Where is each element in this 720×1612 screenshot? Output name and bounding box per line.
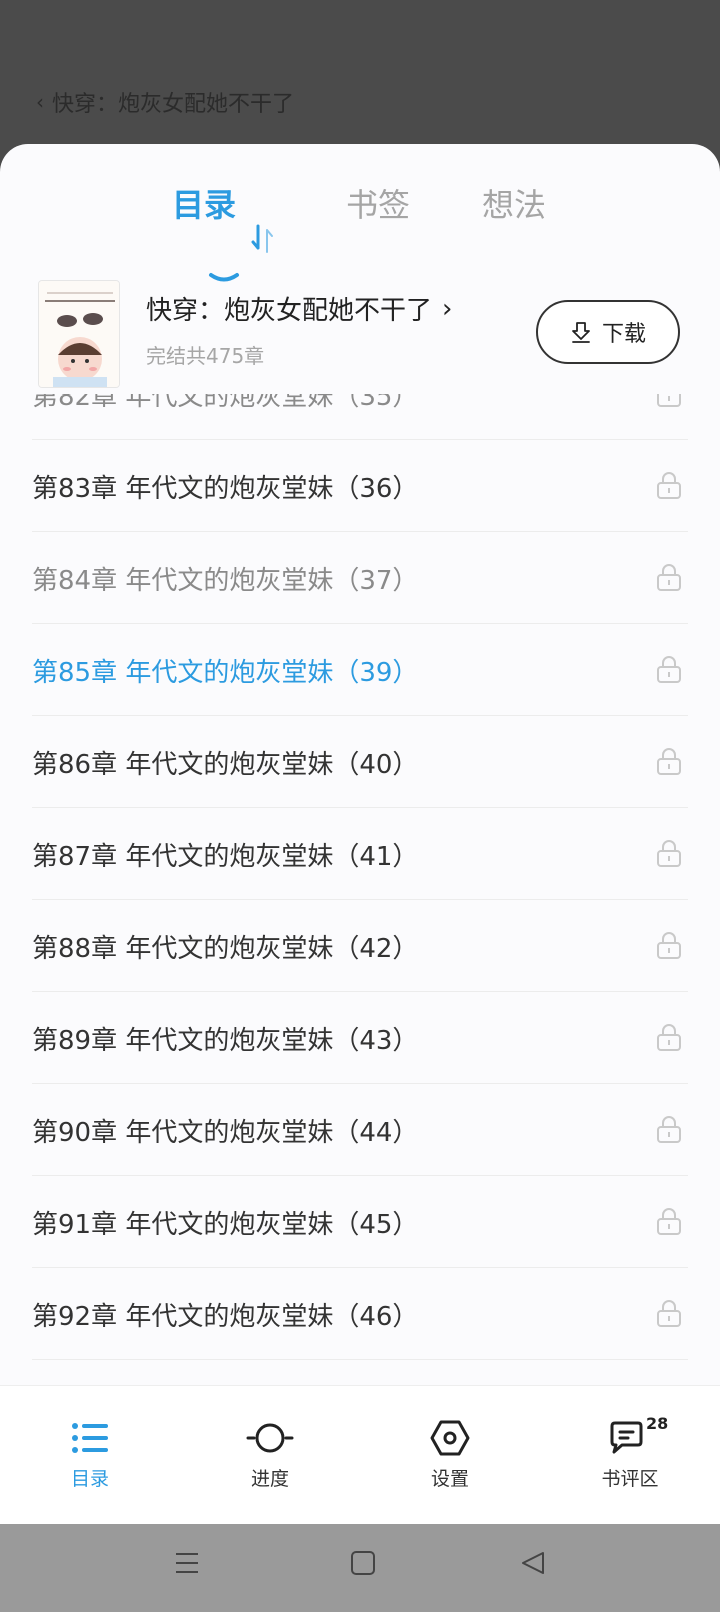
tab-bookmarks[interactable]: 书签 — [346, 180, 410, 226]
chapter-row[interactable]: 第83章 年代文的炮灰堂妹（36） — [32, 440, 688, 532]
book-title-link[interactable]: 快穿：炮灰女配她不干了 › — [146, 290, 452, 327]
book-status: 完结共475章 — [146, 344, 265, 368]
menu-icon[interactable] — [174, 1550, 200, 1576]
toc-sheet: 目录 书签 想法 快穿：炮灰女配她不干了 › 完结共475章 下载 第82章 年… — [0, 144, 720, 1524]
lock-icon — [657, 656, 681, 683]
list-icon — [72, 1423, 108, 1453]
chapter-title: 第91章 年代文的炮灰堂妹（45） — [32, 1210, 419, 1240]
chapter-row-current[interactable]: 第85章 年代文的炮灰堂妹（39） — [32, 624, 688, 716]
lock-icon — [657, 748, 681, 775]
lock-icon — [657, 1116, 681, 1143]
home-icon[interactable] — [350, 1550, 376, 1576]
chapter-row[interactable]: 第89章 年代文的炮灰堂妹（43） — [32, 992, 688, 1084]
chapter-row[interactable]: 第90章 年代文的炮灰堂妹（44） — [32, 1084, 688, 1176]
download-label: 下载 — [601, 322, 646, 347]
chapter-title: 第92章 年代文的炮灰堂妹（46） — [32, 1302, 419, 1332]
chevron-right-icon: › — [442, 293, 453, 324]
nav-settings-label: 设置 — [430, 1468, 469, 1490]
chapter-title: 第90章 年代文的炮灰堂妹（44） — [32, 1118, 419, 1148]
lock-icon — [657, 932, 681, 959]
nav-settings[interactable]: 设置 — [390, 1420, 510, 1491]
chapter-row[interactable]: 第88章 年代文的炮灰堂妹（42） — [32, 900, 688, 992]
tab-bar: 目录 书签 想法 — [0, 180, 720, 282]
chapter-title: 第83章 年代文的炮灰堂妹（36） — [32, 474, 419, 504]
download-button[interactable]: 下载 — [536, 300, 680, 364]
download-icon — [572, 322, 590, 343]
tab-ideas[interactable]: 想法 — [482, 180, 546, 226]
back-link-label: 快穿：炮灰女配她不干了 — [52, 92, 295, 117]
chapter-row[interactable]: 第86章 年代文的炮灰堂妹（40） — [32, 716, 688, 808]
chevron-left-icon: ‹ — [36, 90, 44, 114]
lock-icon — [657, 1024, 681, 1051]
book-cover[interactable] — [38, 280, 120, 388]
nav-toc[interactable]: 目录 — [30, 1420, 150, 1491]
chapter-title: 第88章 年代文的炮灰堂妹（42） — [32, 934, 419, 964]
chapter-row[interactable]: 第91章 年代文的炮灰堂妹（45） — [32, 1176, 688, 1268]
tab-toc[interactable]: 目录 — [172, 180, 236, 226]
book-title: 快穿：炮灰女配她不干了 — [146, 296, 433, 326]
nav-progress-label: 进度 — [250, 1468, 289, 1490]
nav-progress[interactable]: 进度 — [210, 1420, 330, 1491]
chapter-list[interactable]: 第82章 年代文的炮灰堂妹（35） 第83章 年代文的炮灰堂妹（36） 第84章… — [0, 394, 720, 1524]
comment-count-badge: 28 — [646, 1414, 669, 1433]
system-navigation-bar — [0, 1524, 720, 1612]
lock-icon — [657, 840, 681, 867]
settings-icon — [430, 1420, 470, 1456]
lock-icon — [657, 394, 681, 407]
chapter-title: 第85章 年代文的炮灰堂妹（39） — [32, 658, 419, 688]
back-link[interactable]: ‹ 快穿：炮灰女配她不干了 — [36, 86, 294, 118]
nav-reviews-label: 书评区 — [601, 1468, 659, 1490]
chapter-row[interactable]: 第87章 年代文的炮灰堂妹（41） — [32, 808, 688, 900]
lock-icon — [657, 564, 681, 591]
back-icon[interactable] — [520, 1550, 546, 1576]
lock-icon — [657, 1208, 681, 1235]
chapter-title: 第87章 年代文的炮灰堂妹（41） — [32, 842, 419, 872]
chapter-title: 第82章 年代文的炮灰堂妹（35） — [32, 394, 419, 412]
progress-icon — [246, 1423, 294, 1453]
chapter-row[interactable]: 第84章 年代文的炮灰堂妹（37） — [32, 532, 688, 624]
nav-reviews[interactable]: 28 书评区 — [570, 1414, 690, 1491]
nav-toc-label: 目录 — [70, 1468, 109, 1490]
lock-icon — [657, 1300, 681, 1327]
chapter-row[interactable]: 第82章 年代文的炮灰堂妹（35） — [32, 394, 688, 440]
sort-icon[interactable] — [250, 224, 274, 254]
chapter-row[interactable]: 第92章 年代文的炮灰堂妹（46） — [32, 1268, 688, 1360]
lock-icon — [657, 472, 681, 499]
chapter-title: 第86章 年代文的炮灰堂妹（40） — [32, 750, 419, 780]
chapter-title: 第89章 年代文的炮灰堂妹（43） — [32, 1026, 419, 1056]
book-info-card[interactable]: 快穿：炮灰女配她不干了 › 完结共475章 下载 — [0, 280, 720, 400]
chapter-title: 第84章 年代文的炮灰堂妹（37） — [32, 566, 419, 596]
bottom-nav-bar: 目录 进度 设置 28 书评区 — [0, 1385, 720, 1525]
dimmed-reader-header: ‹ 快穿：炮灰女配她不干了 — [0, 0, 720, 150]
